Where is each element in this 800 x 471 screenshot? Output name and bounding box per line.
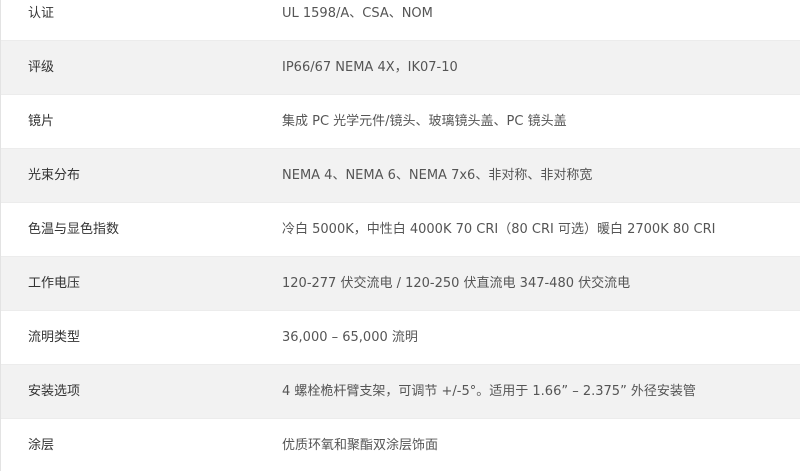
table-row: 涂层 优质环氧和聚酯双涂层饰面 (1, 419, 800, 471)
row-label: 涂层 (28, 438, 55, 453)
row-label: 流明类型 (28, 330, 81, 345)
spec-table: 认证 UL 1598/A、CSA、NOM 评级 IP66/67 NEMA 4X，… (0, 0, 800, 471)
row-label: 认证 (28, 6, 55, 21)
table-row: 镜片 集成 PC 光学元件/镜头、玻璃镜头盖、PC 镜头盖 (1, 95, 800, 149)
row-label: 镜片 (28, 114, 55, 129)
row-value: IP66/67 NEMA 4X，IK07-10 (282, 60, 458, 75)
table-row: 光束分布 NEMA 4、NEMA 6、NEMA 7x6、非对称、非对称宽 (1, 149, 800, 203)
row-label: 评级 (28, 60, 55, 75)
row-value: 36,000 – 65,000 流明 (282, 330, 418, 345)
row-value: 优质环氧和聚酯双涂层饰面 (282, 438, 439, 453)
row-value: UL 1598/A、CSA、NOM (282, 6, 433, 21)
row-value: NEMA 4、NEMA 6、NEMA 7x6、非对称、非对称宽 (282, 168, 593, 183)
row-label: 工作电压 (28, 276, 81, 291)
row-value: 4 螺栓桅杆臂支架，可调节 +/-5°。适用于 1.66” – 2.375” 外… (282, 384, 696, 399)
table-row: 流明类型 36,000 – 65,000 流明 (1, 311, 800, 365)
table-row: 工作电压 120-277 伏交流电 / 120-250 伏直流电 347-480… (1, 257, 800, 311)
row-value: 冷白 5000K，中性白 4000K 70 CRI（80 CRI 可选）暖白 2… (282, 222, 716, 237)
row-label: 色温与显色指数 (28, 222, 120, 237)
table-row: 色温与显色指数 冷白 5000K，中性白 4000K 70 CRI（80 CRI… (1, 203, 800, 257)
row-label: 安装选项 (28, 384, 81, 399)
row-value: 120-277 伏交流电 / 120-250 伏直流电 347-480 伏交流电 (282, 276, 631, 291)
table-row: 评级 IP66/67 NEMA 4X，IK07-10 (1, 41, 800, 95)
table-row: 认证 UL 1598/A、CSA、NOM (1, 0, 800, 41)
table-row: 安装选项 4 螺栓桅杆臂支架，可调节 +/-5°。适用于 1.66” – 2.3… (1, 365, 800, 419)
row-value: 集成 PC 光学元件/镜头、玻璃镜头盖、PC 镜头盖 (282, 114, 567, 129)
row-label: 光束分布 (28, 168, 81, 183)
